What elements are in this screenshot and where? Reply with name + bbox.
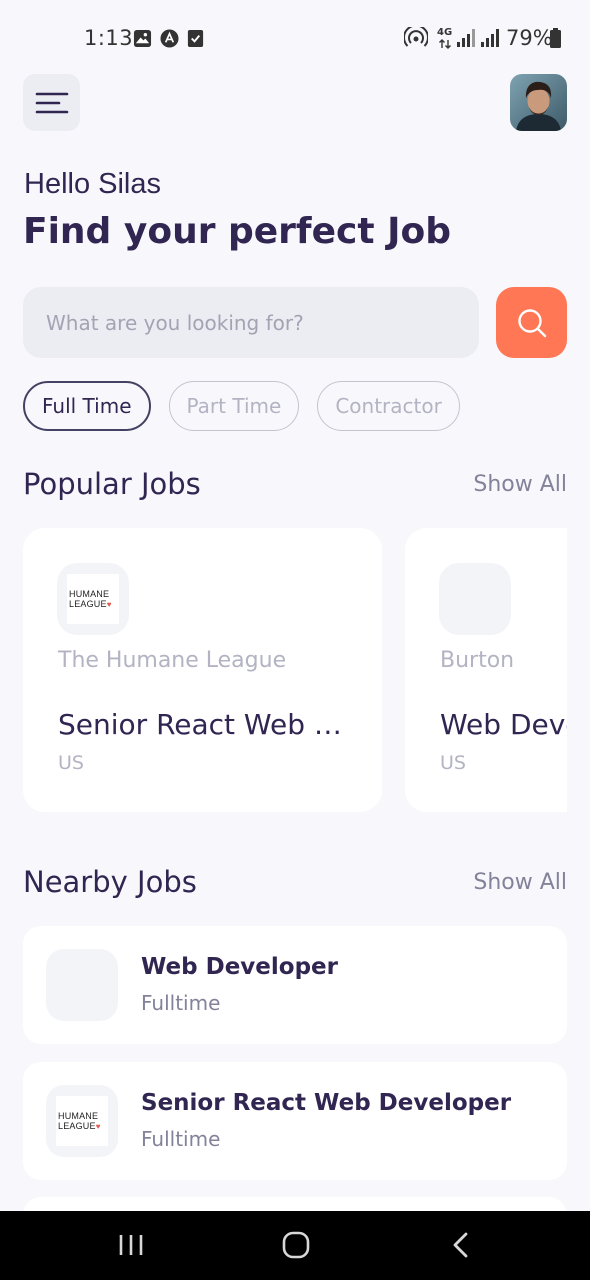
job-title: Web Developer	[141, 954, 338, 980]
job-title: Senior React Web Developer	[141, 1090, 512, 1116]
hotspot-icon	[404, 27, 428, 47]
signal-icon-2	[481, 29, 499, 47]
gallery-icon	[133, 29, 152, 48]
nearby-jobs-title: Nearby Jobs	[23, 865, 197, 899]
company-name: Burton	[440, 648, 515, 673]
menu-icon	[35, 92, 68, 113]
nearby-job-card[interactable]: HUMANE LEAGUE♥ Senior React Web Develope…	[23, 1062, 567, 1180]
job-location: US	[440, 752, 466, 774]
popular-job-card[interactable]: Burton Web Developer US	[405, 528, 567, 812]
popular-jobs-list[interactable]: HUMANE LEAGUE♥ The Humane League Senior …	[23, 528, 567, 812]
company-logo: HUMANE LEAGUE♥	[57, 563, 129, 635]
job-title: Senior React Web Developer	[58, 708, 358, 741]
signal-icon	[457, 29, 475, 47]
job-title: Web Developer	[440, 708, 567, 741]
recent-apps-icon[interactable]	[114, 1228, 148, 1262]
company-logo	[439, 563, 511, 635]
app-icon	[160, 29, 179, 48]
status-time: 1:13	[84, 26, 134, 50]
search-box	[23, 287, 479, 358]
status-bar: 1:13 4G 79%	[0, 0, 590, 76]
search-icon	[517, 308, 546, 337]
greeting-text: Hello Silas	[24, 168, 161, 200]
tab-full-time[interactable]: Full Time	[23, 381, 151, 431]
tab-contractor[interactable]: Contractor	[317, 381, 460, 431]
job-type: Fulltime	[141, 1127, 221, 1151]
check-icon	[187, 29, 204, 48]
nearby-show-all-link[interactable]: Show All	[473, 870, 567, 895]
company-logo	[46, 949, 118, 1021]
battery-percent: 79%	[506, 26, 553, 50]
navigation-bar	[0, 1211, 590, 1280]
search-button[interactable]	[496, 287, 567, 358]
home-icon[interactable]	[279, 1228, 313, 1262]
popular-show-all-link[interactable]: Show All	[473, 472, 567, 497]
tab-part-time[interactable]: Part Time	[168, 381, 300, 431]
job-type-tabs: Full Time Part Time Contractor	[23, 381, 460, 431]
avatar[interactable]	[510, 74, 567, 131]
company-name: The Humane League	[58, 648, 287, 673]
menu-button[interactable]	[23, 74, 80, 131]
popular-job-card[interactable]: HUMANE LEAGUE♥ The Humane League Senior …	[23, 528, 382, 812]
search-input[interactable]	[23, 287, 479, 358]
profile-photo	[510, 74, 567, 131]
company-logo: HUMANE LEAGUE♥	[46, 1085, 118, 1157]
battery-icon	[550, 28, 561, 48]
page-headline: Find your perfect Job	[23, 211, 451, 252]
back-icon[interactable]	[445, 1228, 479, 1262]
job-type: Fulltime	[141, 991, 221, 1015]
humane-league-logo: HUMANE LEAGUE♥	[56, 1096, 108, 1146]
network-type: 4G	[437, 27, 453, 38]
humane-league-logo: HUMANE LEAGUE♥	[67, 574, 119, 624]
data-arrows-icon	[439, 39, 451, 49]
job-location: US	[58, 752, 84, 774]
popular-jobs-title: Popular Jobs	[23, 467, 201, 501]
nearby-job-card[interactable]: Web Developer Fulltime	[23, 926, 567, 1044]
